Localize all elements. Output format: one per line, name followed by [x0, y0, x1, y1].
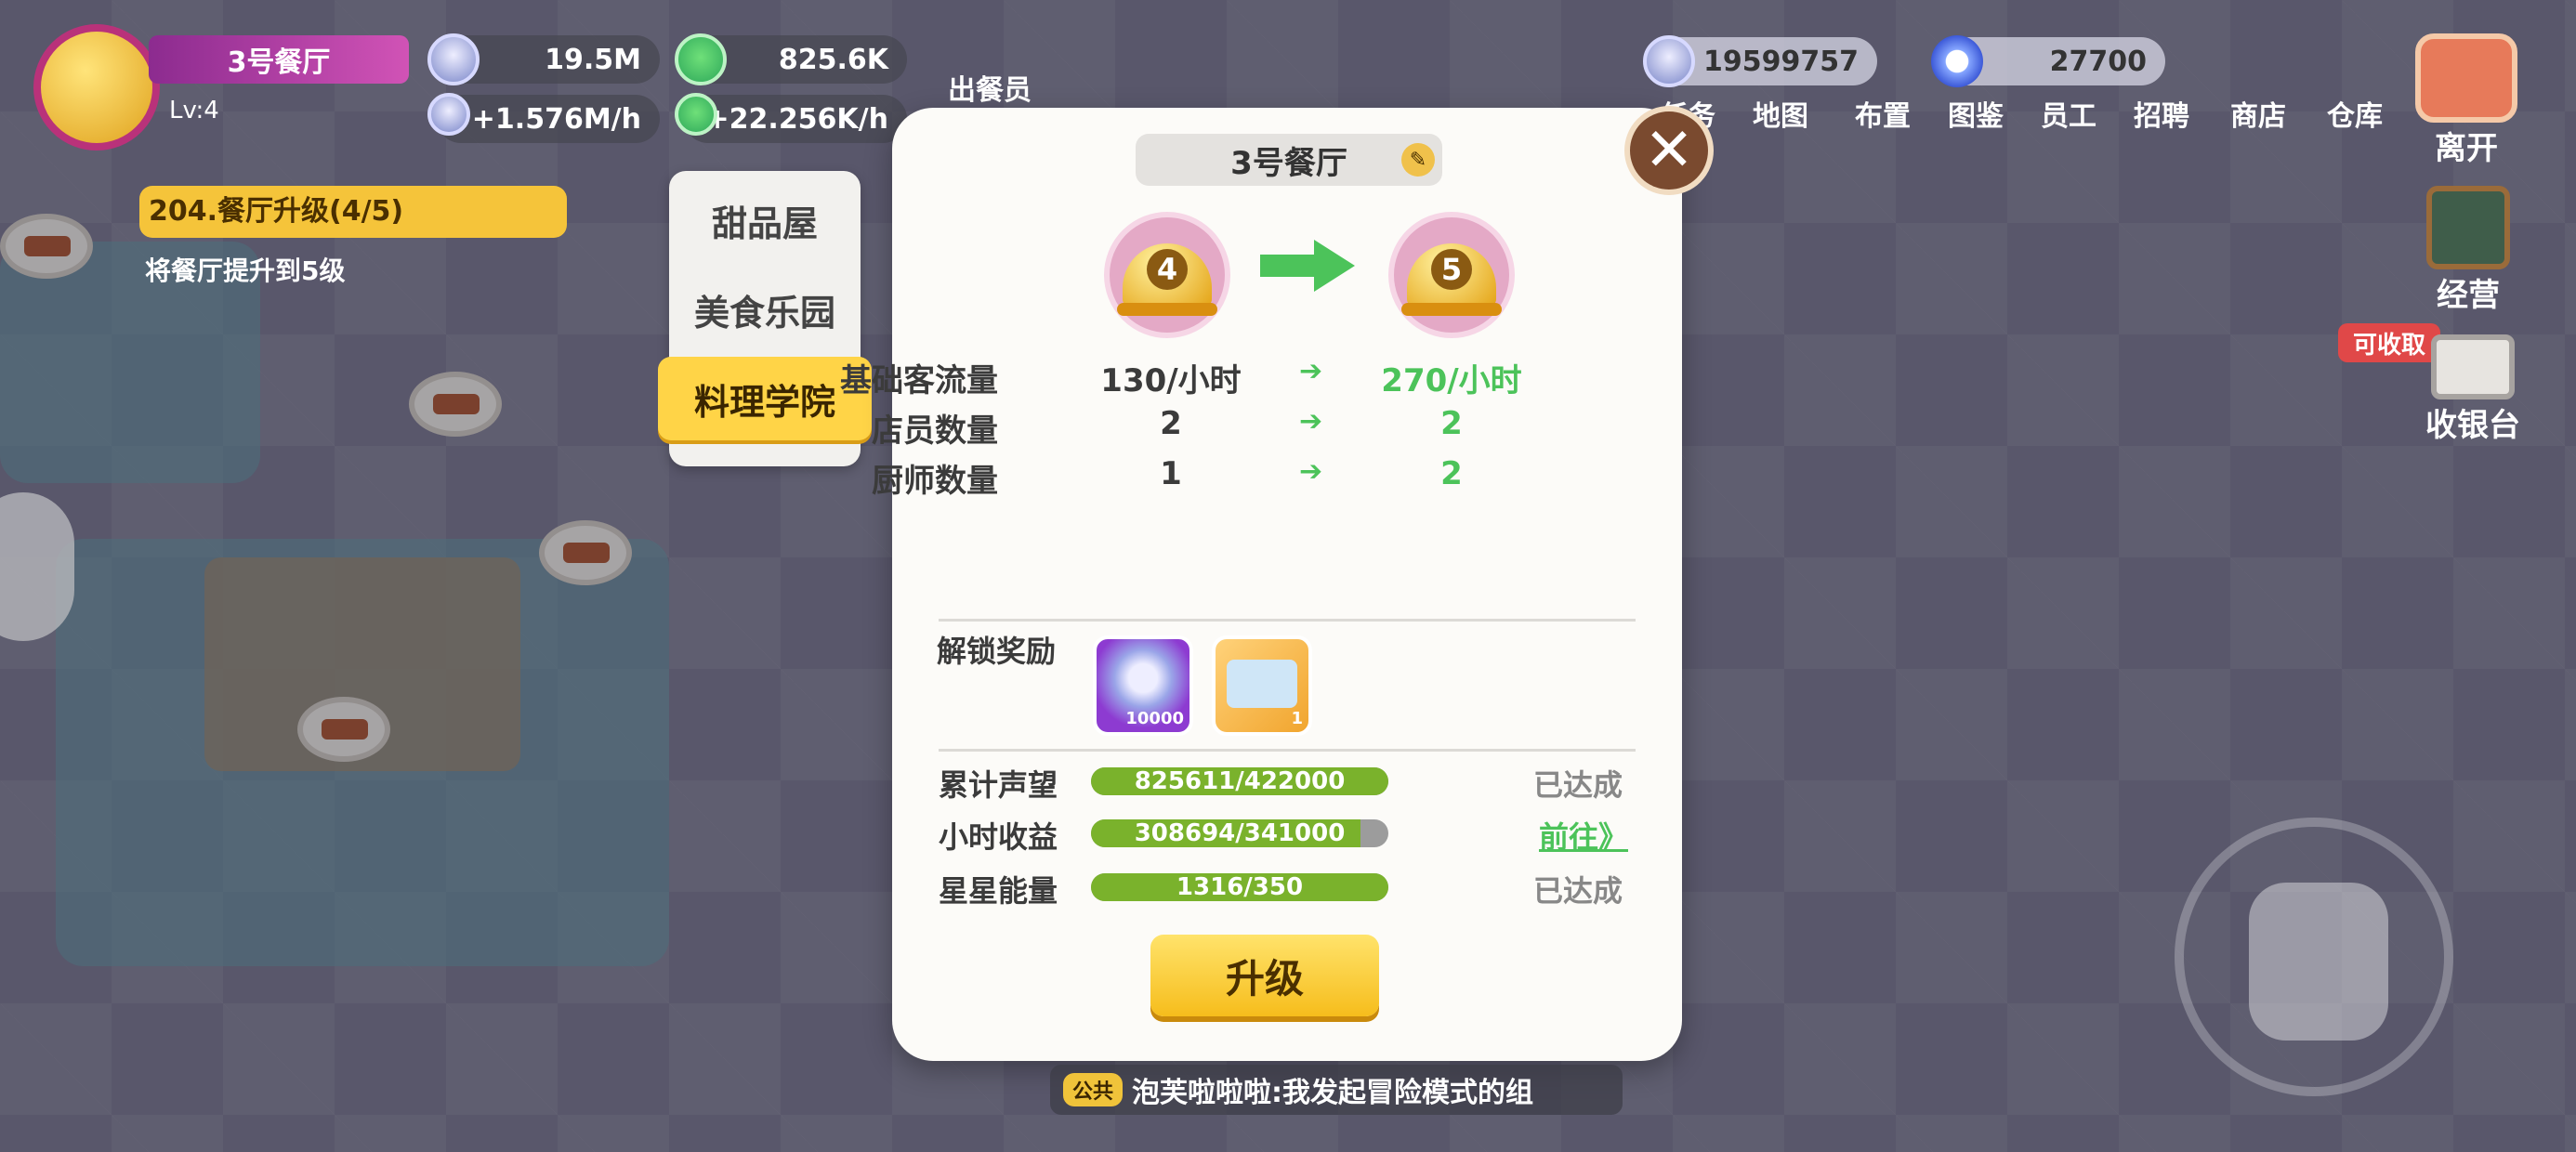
req-label-star-energy: 星星能量: [939, 873, 1058, 909]
coins-rate-pill: +1.576M/h: [437, 95, 660, 143]
nav-map-label: 地图: [1753, 100, 1808, 133]
ring-currency-icon: [1931, 35, 1983, 87]
reward-count: 10000: [1125, 709, 1184, 728]
hand-icon: [2249, 883, 2388, 1041]
player-level: Lv:4: [169, 97, 219, 124]
current-level-number: 4: [1147, 249, 1188, 290]
panel-title-text: 3号餐厅: [1230, 144, 1347, 182]
nav-layout[interactable]: 布置: [1846, 93, 1920, 134]
edit-name-pencil-icon[interactable]: ✎: [1401, 143, 1435, 177]
interact-joystick[interactable]: [2175, 818, 2453, 1096]
nav-collection[interactable]: 图鉴: [1939, 93, 2013, 134]
nav-warehouse-label: 仓库: [2327, 100, 2383, 133]
stat-to-customer-flow: 270/小时: [1381, 362, 1522, 399]
star-energy-progress-bar: 1316/350: [1091, 873, 1388, 901]
req-label-reputation: 累计声望: [939, 767, 1058, 803]
stat-label-chef-count: 厨师数量: [872, 463, 998, 500]
go-to-link[interactable]: 前往》: [1539, 814, 1628, 857]
nav-recruit[interactable]: 招聘: [2124, 93, 2199, 134]
quest-title: 204.餐厅升级(4/5): [139, 186, 567, 238]
leave-label: 离开: [2435, 130, 2498, 167]
level-up-arrow-icon: [1260, 240, 1355, 292]
likes-rate-pill: +22.256K/h: [684, 95, 907, 143]
req-status-star-energy: 已达成: [1533, 873, 1623, 909]
stat-arrow-icon: ➔: [1299, 405, 1323, 438]
stat-label-staff-count: 店员数量: [872, 412, 998, 450]
tab-dessert-house[interactable]: 甜品屋: [669, 178, 861, 262]
req-label-hourly-income: 小时收益: [939, 819, 1058, 855]
chat-channel-tag: 公共: [1063, 1073, 1124, 1106]
thumbs-up-icon: [675, 33, 727, 85]
reward-count: 1: [1291, 709, 1303, 728]
progress-text: 308694/341000: [1134, 819, 1346, 847]
manage-label: 经营: [2437, 277, 2500, 314]
cashier-label: 收银台: [2425, 407, 2520, 444]
section-divider: [939, 619, 1636, 622]
req-status-reputation: 已达成: [1533, 767, 1623, 803]
nav-recruit-label: 招聘: [2134, 100, 2189, 133]
exit-door-icon: [2415, 33, 2517, 123]
stat-label-customer-flow: 基础客流量: [840, 362, 998, 399]
nav-shop[interactable]: 商店: [2221, 93, 2295, 134]
cashier-button[interactable]: 收银台: [2412, 334, 2533, 445]
nav-shop-label: 商店: [2230, 100, 2286, 133]
leave-button[interactable]: 离开: [2401, 33, 2531, 168]
ticket-shape: [1227, 660, 1297, 708]
current-level-bell-icon: 4: [1104, 212, 1230, 338]
chat-message: 泡芙啦啦啦:我发起冒险模式的组: [1132, 1077, 1534, 1109]
quest-tracker[interactable]: 204.餐厅升级(4/5) 将餐厅提升到5级: [139, 186, 567, 344]
quest-description: 将餐厅提升到5级: [145, 255, 346, 286]
nav-warehouse[interactable]: 仓库: [2318, 93, 2392, 134]
nav-staff-label: 员工: [2041, 100, 2096, 133]
chat-bar[interactable]: 公共 泡芙啦啦啦:我发起冒险模式的组: [1050, 1065, 1623, 1115]
upgrade-button[interactable]: 升级: [1150, 935, 1379, 1016]
bell-currency-reward-icon[interactable]: 10000: [1093, 635, 1193, 736]
stat-from-chef-count: 1: [1160, 455, 1182, 492]
cash-register-icon: [2431, 334, 2515, 399]
restaurant-avatar[interactable]: [33, 24, 160, 151]
waiter-out-label: 出餐员: [948, 74, 1032, 107]
hourly-income-progress-bar: 308694/341000: [1091, 819, 1388, 847]
panel-title: 3号餐厅 ✎: [1136, 134, 1442, 186]
tab-food-park[interactable]: 美食乐园: [669, 268, 861, 351]
close-icon[interactable]: ✕: [1624, 106, 1714, 195]
progress-text: 1316/350: [1176, 873, 1304, 901]
progress-text: 825611/422000: [1134, 767, 1346, 795]
nav-layout-label: 布置: [1855, 100, 1911, 133]
next-level-number: 5: [1431, 249, 1472, 290]
restaurant-upgrade-panel: 3号餐厅 ✎ 4 5 基础客流量 130/小时 ➔ 270/小时 店员数量 2 …: [840, 108, 1682, 1061]
unlock-reward-label: 解锁奖励: [937, 634, 1057, 669]
bell-base: [1401, 303, 1502, 316]
next-level-bell-icon: 5: [1388, 212, 1515, 338]
nav-staff[interactable]: 员工: [2031, 93, 2106, 134]
bell-currency-icon: [1643, 35, 1695, 87]
chalkboard-icon: [2426, 186, 2510, 269]
coins-icon: [427, 33, 480, 85]
restaurant-name-pill: 3号餐厅: [149, 35, 409, 84]
nav-collection-label: 图鉴: [1948, 100, 2004, 133]
manage-button[interactable]: 经营: [2412, 186, 2524, 315]
likes-rate-icon: [675, 93, 717, 136]
nav-map[interactable]: 地图: [1743, 93, 1818, 134]
ticket-reward-icon[interactable]: 1: [1212, 635, 1312, 736]
stat-arrow-icon: ➔: [1299, 455, 1323, 488]
stat-from-customer-flow: 130/小时: [1100, 362, 1242, 399]
stat-to-staff-count: 2: [1440, 405, 1463, 442]
reputation-progress-bar: 825611/422000: [1091, 767, 1388, 795]
coins-rate-icon: [427, 93, 470, 136]
stat-arrow-icon: ➔: [1299, 355, 1323, 387]
section-divider: [939, 749, 1636, 752]
stat-from-staff-count: 2: [1160, 405, 1182, 442]
stat-to-chef-count: 2: [1440, 455, 1463, 492]
bell-base: [1117, 303, 1217, 316]
